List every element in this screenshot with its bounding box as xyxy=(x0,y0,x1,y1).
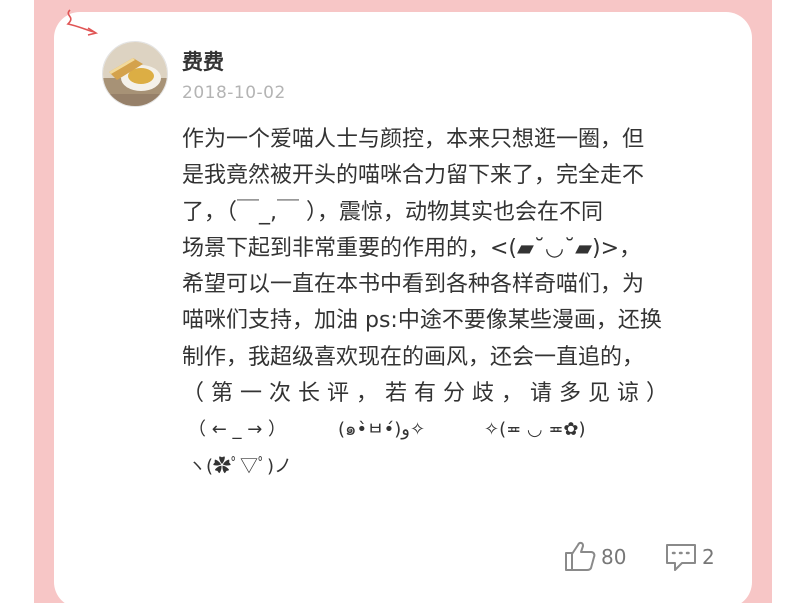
comment-line: 制作，我超级喜欢现在的画风，还会一直追的， xyxy=(182,344,645,370)
like-count: 80 xyxy=(601,545,627,569)
comment-line: 喵咪们支持，加油 ps:中途不要像某些漫画，还换 xyxy=(182,308,662,334)
thumbs-up-icon xyxy=(565,541,596,571)
kaomoji: (๑•̀ㅂ•́)و✧ xyxy=(338,419,426,441)
post-date: 2018-10-02 xyxy=(182,83,286,103)
comment-line: 了，（￣_,￣ ），震惊，动物其实也会在不同 xyxy=(182,199,603,225)
comment-body: 作为一个爱喵人士与颜控，本来只想逛一圈，但 是我竟然被开头的喵咪合力留下来了，完… xyxy=(182,122,734,485)
comment-count: 2 xyxy=(702,545,715,569)
kaomoji-row: ヽ(✿ﾟ▽ﾟ)ノ xyxy=(182,449,734,485)
comment-line: 是我竟然被开头的喵咪合力留下来了，完全走不 xyxy=(182,163,645,189)
comment-line: 希望可以一直在本书中看到各种各样奇喵们，为 xyxy=(182,272,645,298)
like-button[interactable]: 80 xyxy=(563,539,629,575)
kaomoji: （ ← _ → ） xyxy=(188,419,287,441)
username[interactable]: 费费 xyxy=(182,46,224,76)
kaomoji-row: （ ← _ → ） (๑•̀ㅂ•́)و✧ ✧(≖ ◡ ≖✿) xyxy=(182,412,734,448)
comment-line: 作为一个爱喵人士与颜控，本来只想逛一圈，但 xyxy=(182,127,645,152)
comment-button[interactable]: 2 xyxy=(664,539,720,575)
avatar[interactable] xyxy=(102,41,168,107)
comment-icon xyxy=(666,544,696,571)
kaomoji: ヽ(✿ﾟ▽ﾟ)ノ xyxy=(188,455,293,477)
comment-line: （第一次长评，若有分歧，请多见谅） xyxy=(182,381,676,407)
kaomoji: ✧(≖ ◡ ≖✿) xyxy=(484,419,586,441)
comment-line: 场景下起到非常重要的作用的，<(▰˘◡˘▰)>， xyxy=(182,235,642,261)
squiggle-arrow-icon xyxy=(66,9,99,36)
